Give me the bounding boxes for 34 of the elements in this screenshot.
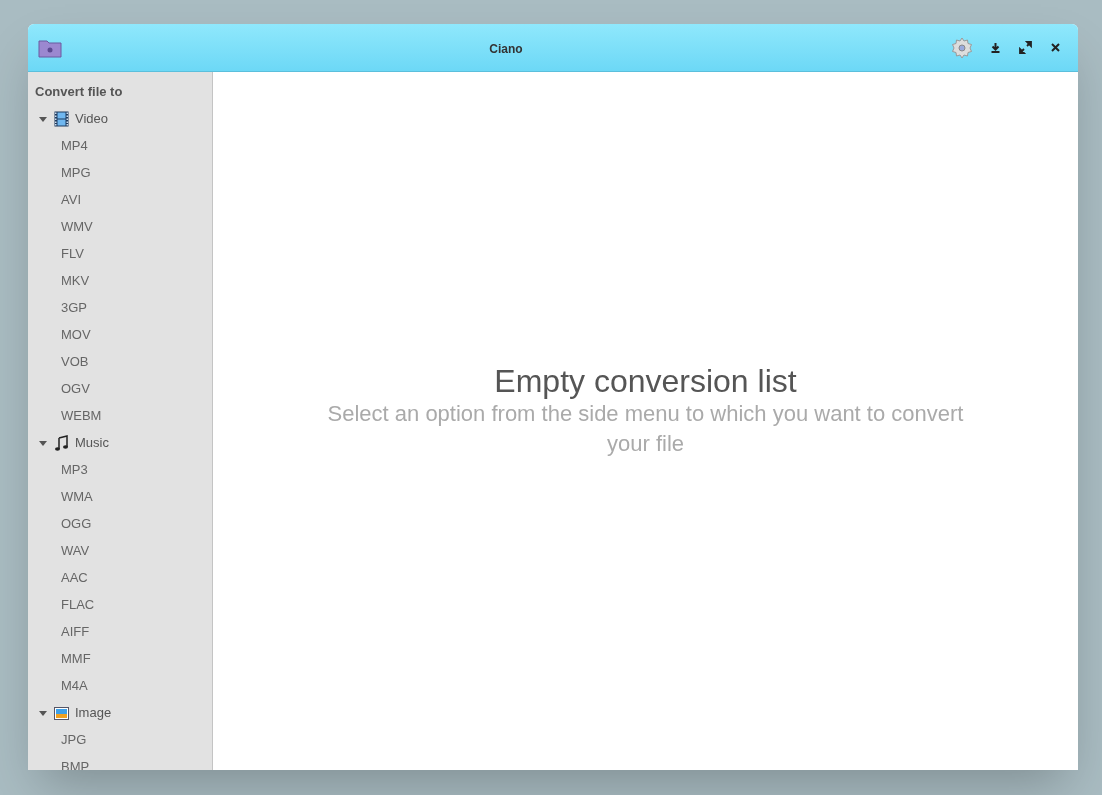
format-item[interactable]: BMP [61,756,90,770]
format-item[interactable]: WEBM [61,405,102,426]
category-label[interactable]: Image [75,702,112,723]
format-item[interactable]: OGV [61,378,90,399]
format-item[interactable]: M4A [61,675,88,696]
format-item[interactable]: 3GP [61,297,87,318]
format-item[interactable]: WMA [61,486,93,507]
format-item[interactable]: MMF [61,648,91,669]
format-item[interactable]: OGG [61,513,92,534]
maximize-icon[interactable] [1016,38,1034,57]
category-label[interactable]: Music [75,432,109,453]
picture-icon [54,705,69,720]
music-note-icon [54,434,69,451]
format-item[interactable]: WAV [61,540,90,561]
format-item[interactable]: VOB [61,351,89,372]
format-item[interactable]: MP3 [61,459,88,480]
empty-state-title: Empty conversion list [494,363,797,399]
format-item[interactable]: AVI [61,189,81,210]
folder-gear-icon [38,37,62,58]
format-item[interactable]: AIFF [61,621,90,642]
film-icon [54,110,69,127]
category-label[interactable]: Video [75,108,108,129]
format-item[interactable]: MKV [61,270,90,291]
format-item[interactable]: MP4 [61,135,88,156]
sidebar-heading: Convert file to [35,82,123,101]
format-item[interactable]: AAC [61,567,88,588]
window-title: Ciano [489,41,523,56]
format-item[interactable]: MOV [61,324,91,345]
format-item[interactable]: JPG [61,729,87,750]
format-item[interactable]: WMV [61,216,93,237]
format-item[interactable]: FLV [61,243,84,264]
empty-state-message: Select an option from the side menu to which you want to convert your file [326,400,965,458]
format-item[interactable]: MPG [61,162,91,183]
format-item[interactable]: FLAC [61,594,95,615]
